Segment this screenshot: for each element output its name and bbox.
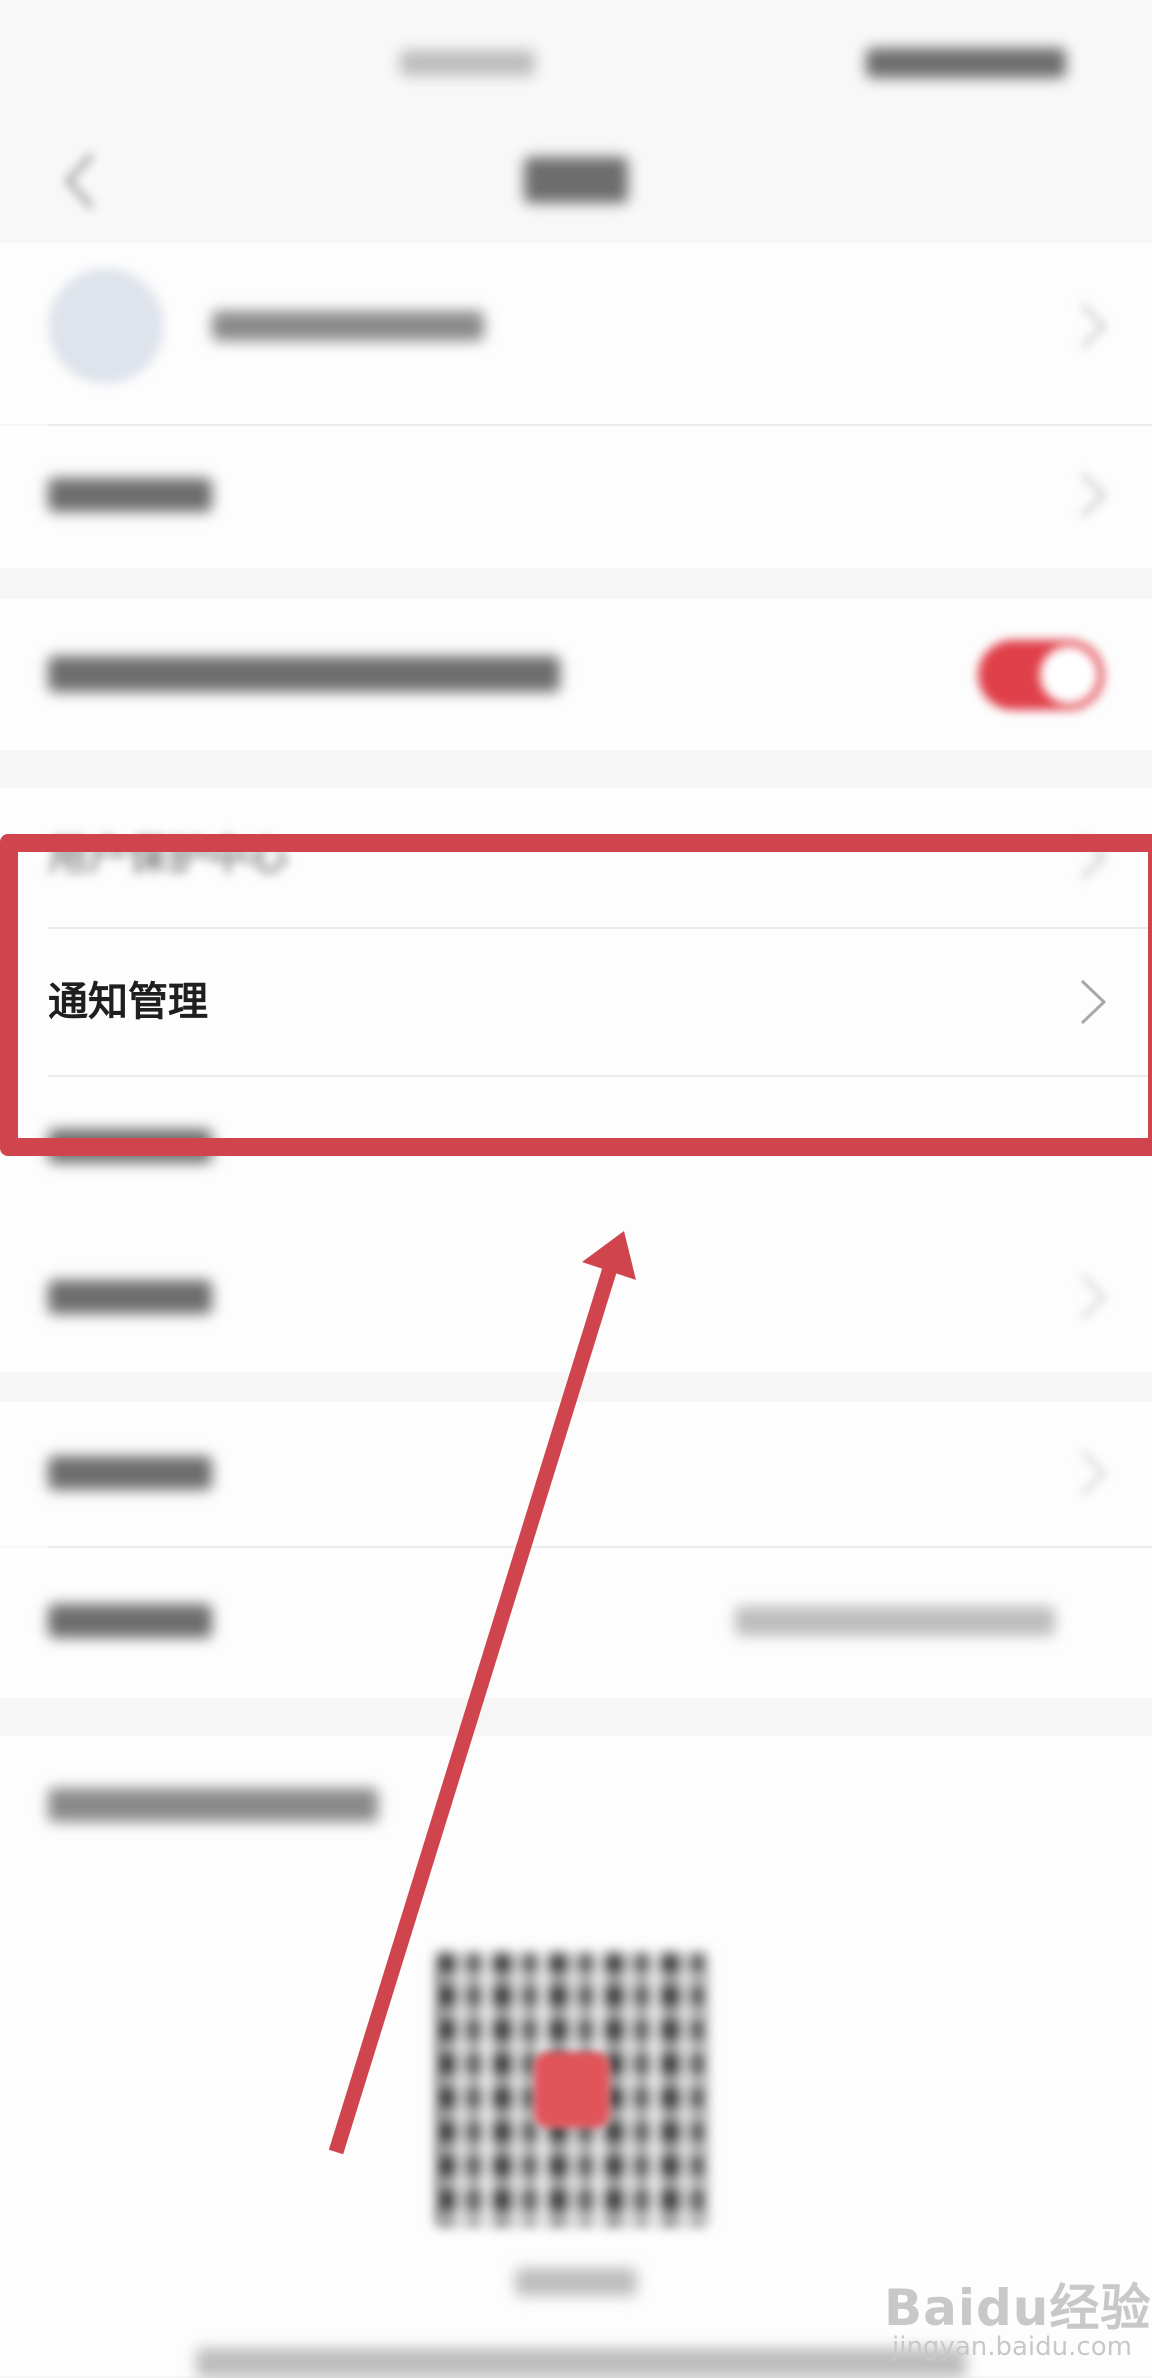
chevron-right-icon: [1080, 834, 1107, 880]
settings-row-user-protection[interactable]: 用户保护中心: [0, 788, 1152, 928]
qr-code-logo: [534, 2052, 610, 2128]
toggle-row-label-blurred: [48, 656, 560, 692]
toggle-knob: [1040, 646, 1098, 704]
chevron-right-icon: [1080, 1450, 1107, 1496]
chevron-right-icon: [1080, 979, 1107, 1025]
back-arrow-icon[interactable]: [60, 149, 100, 213]
settings-row-blurred[interactable]: [0, 1548, 1152, 1698]
row-value-blurred: [735, 1606, 1055, 1636]
settings-row-label: 用户保护中心: [48, 833, 288, 879]
status-icons-blurred: [866, 48, 1066, 78]
watermark-logo: Baidu经验: [884, 2279, 1152, 2337]
chevron-right-icon: [1080, 472, 1107, 518]
chevron-right-icon: [1080, 303, 1107, 349]
row-label-blurred: [48, 1280, 212, 1314]
page-title-blurred: [524, 157, 628, 203]
settings-row-blurred[interactable]: [0, 1402, 1152, 1546]
profile-row[interactable]: [0, 243, 1152, 424]
profile-name-blurred: [212, 311, 484, 341]
settings-row-blurred[interactable]: [0, 1222, 1152, 1372]
row-label-blurred: [48, 1456, 212, 1490]
row-label-blurred: [48, 1604, 212, 1638]
status-time-blurred: [400, 50, 535, 76]
row-label-blurred: [48, 1129, 212, 1163]
settings-row-notifications[interactable]: 通知管理: [0, 929, 1152, 1075]
watermark-url: jingyan.baidu.com: [892, 2332, 1132, 2362]
chevron-right-icon: [1080, 1274, 1107, 1320]
status-bar: [0, 0, 1152, 121]
avatar-icon: [48, 268, 164, 384]
settings-row-label: 通知管理: [48, 979, 208, 1025]
settings-row-blurred[interactable]: [0, 1077, 1152, 1220]
qr-caption-blurred: [515, 2268, 637, 2296]
settings-row-blurred[interactable]: [0, 426, 1152, 568]
row-label-blurred: [48, 478, 212, 512]
header: [0, 121, 1152, 243]
footer-text-blurred: [196, 2348, 966, 2378]
toggle-switch[interactable]: [978, 640, 1104, 710]
section-label-blurred: [48, 1788, 378, 1822]
